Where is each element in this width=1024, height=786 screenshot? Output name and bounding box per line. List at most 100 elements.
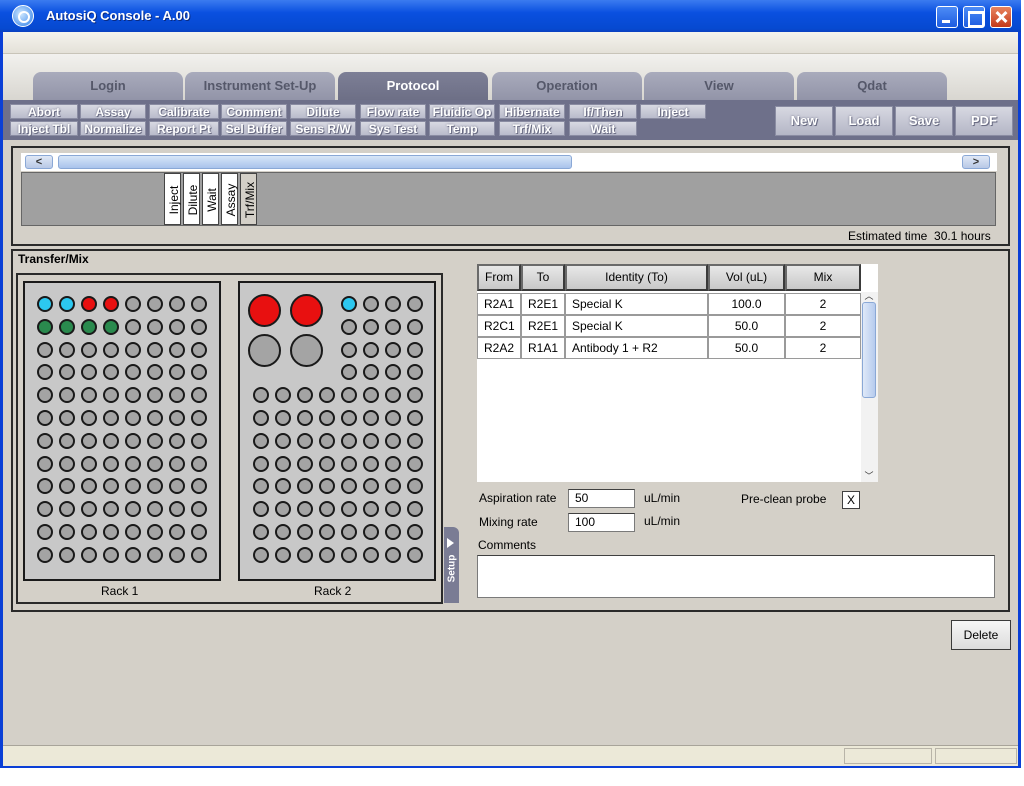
well[interactable]	[191, 546, 207, 563]
cell-to[interactable]: R2E1	[521, 293, 565, 315]
col-header-from[interactable]: From	[477, 264, 521, 291]
well[interactable]	[81, 546, 97, 563]
save-button[interactable]: Save	[895, 106, 953, 136]
well[interactable]	[169, 318, 185, 335]
tab-operation[interactable]: Operation	[492, 72, 642, 100]
well[interactable]	[37, 410, 53, 426]
mixing-rate-field[interactable]: 100	[568, 513, 635, 532]
well[interactable]	[341, 432, 357, 449]
well[interactable]	[103, 455, 119, 472]
cell-to[interactable]: R2E1	[521, 315, 565, 337]
close-icon[interactable]	[990, 6, 1012, 28]
well[interactable]	[59, 341, 75, 358]
well[interactable]	[191, 455, 207, 472]
cmd-flow-rate[interactable]: Flow rate	[360, 104, 426, 119]
cmd-if-then[interactable]: If/Then	[569, 104, 637, 119]
cmd-sens-rw[interactable]: Sens R/W	[290, 121, 356, 136]
cell-identity[interactable]: Antibody 1 + R2	[565, 337, 708, 359]
cmd-fluidic-op[interactable]: Fluidic Op	[429, 104, 495, 119]
well[interactable]	[169, 524, 185, 540]
cell-from[interactable]: R2A1	[477, 293, 521, 315]
tab-instrument-setup[interactable]: Instrument Set-Up	[185, 72, 335, 100]
well[interactable]	[191, 341, 207, 358]
scroll-up-icon[interactable]: ︿	[862, 292, 876, 302]
well[interactable]	[147, 524, 163, 540]
well[interactable]	[341, 524, 357, 540]
well[interactable]	[275, 410, 291, 426]
sequence-step[interactable]: Assay	[221, 173, 238, 225]
well[interactable]	[59, 546, 75, 563]
sequence-step[interactable]: Inject	[164, 173, 181, 225]
well[interactable]	[147, 546, 163, 563]
aspiration-rate-field[interactable]: 50	[568, 489, 635, 508]
well[interactable]	[253, 432, 269, 449]
well[interactable]	[169, 546, 185, 563]
well[interactable]	[341, 546, 357, 563]
minimize-icon[interactable]	[936, 6, 958, 28]
well[interactable]	[125, 341, 141, 358]
well[interactable]	[37, 524, 53, 540]
cmd-abort[interactable]: Abort	[10, 104, 78, 119]
cell-mix[interactable]: 2	[785, 337, 861, 359]
well[interactable]	[103, 410, 119, 426]
well[interactable]	[37, 341, 53, 358]
well[interactable]	[103, 524, 119, 540]
well[interactable]	[297, 432, 313, 449]
well[interactable]	[385, 318, 401, 335]
well[interactable]	[341, 296, 357, 312]
well[interactable]	[169, 455, 185, 472]
table-scroll-thumb[interactable]	[862, 302, 876, 398]
tab-qdat[interactable]: Qdat	[797, 72, 947, 100]
well[interactable]	[407, 410, 423, 426]
well[interactable]	[319, 410, 335, 426]
well[interactable]	[253, 410, 269, 426]
cell-vol[interactable]: 50.0	[708, 337, 785, 359]
well[interactable]	[125, 524, 141, 540]
large-well[interactable]	[290, 334, 323, 367]
well[interactable]	[297, 455, 313, 472]
sequence-scroll-thumb[interactable]	[58, 155, 572, 169]
well[interactable]	[37, 318, 53, 335]
large-well[interactable]	[248, 294, 281, 327]
well[interactable]	[59, 318, 75, 335]
well[interactable]	[275, 524, 291, 540]
sequence-step[interactable]: Wait	[202, 173, 219, 225]
well[interactable]	[297, 546, 313, 563]
well[interactable]	[319, 524, 335, 540]
well[interactable]	[37, 432, 53, 449]
cell-identity[interactable]: Special K	[565, 315, 708, 337]
well[interactable]	[147, 318, 163, 335]
tab-protocol[interactable]: Protocol	[338, 72, 488, 100]
col-header-mix[interactable]: Mix	[785, 264, 861, 291]
well[interactable]	[385, 455, 401, 472]
well[interactable]	[275, 546, 291, 563]
well[interactable]	[385, 432, 401, 449]
well[interactable]	[125, 432, 141, 449]
tab-view[interactable]: View	[644, 72, 794, 100]
well[interactable]	[37, 296, 53, 312]
well[interactable]	[37, 546, 53, 563]
well[interactable]	[103, 296, 119, 312]
well[interactable]	[103, 546, 119, 563]
well[interactable]	[59, 524, 75, 540]
cmd-normalize[interactable]: Normalize	[80, 121, 146, 136]
well[interactable]	[59, 296, 75, 312]
well[interactable]	[81, 296, 97, 312]
well[interactable]	[407, 432, 423, 449]
pdf-button[interactable]: PDF	[955, 106, 1013, 136]
well[interactable]	[147, 410, 163, 426]
well[interactable]	[407, 318, 423, 335]
preclean-probe-checkbox[interactable]: X	[842, 491, 860, 509]
well[interactable]	[363, 524, 379, 540]
well[interactable]	[363, 410, 379, 426]
well[interactable]	[147, 455, 163, 472]
well[interactable]	[297, 524, 313, 540]
well[interactable]	[253, 546, 269, 563]
cmd-hibernate[interactable]: Hibernate	[499, 104, 565, 119]
well[interactable]	[81, 432, 97, 449]
well[interactable]	[169, 432, 185, 449]
well[interactable]	[341, 318, 357, 335]
cell-from[interactable]: R2A2	[477, 337, 521, 359]
cell-mix[interactable]: 2	[785, 293, 861, 315]
cell-vol[interactable]: 100.0	[708, 293, 785, 315]
